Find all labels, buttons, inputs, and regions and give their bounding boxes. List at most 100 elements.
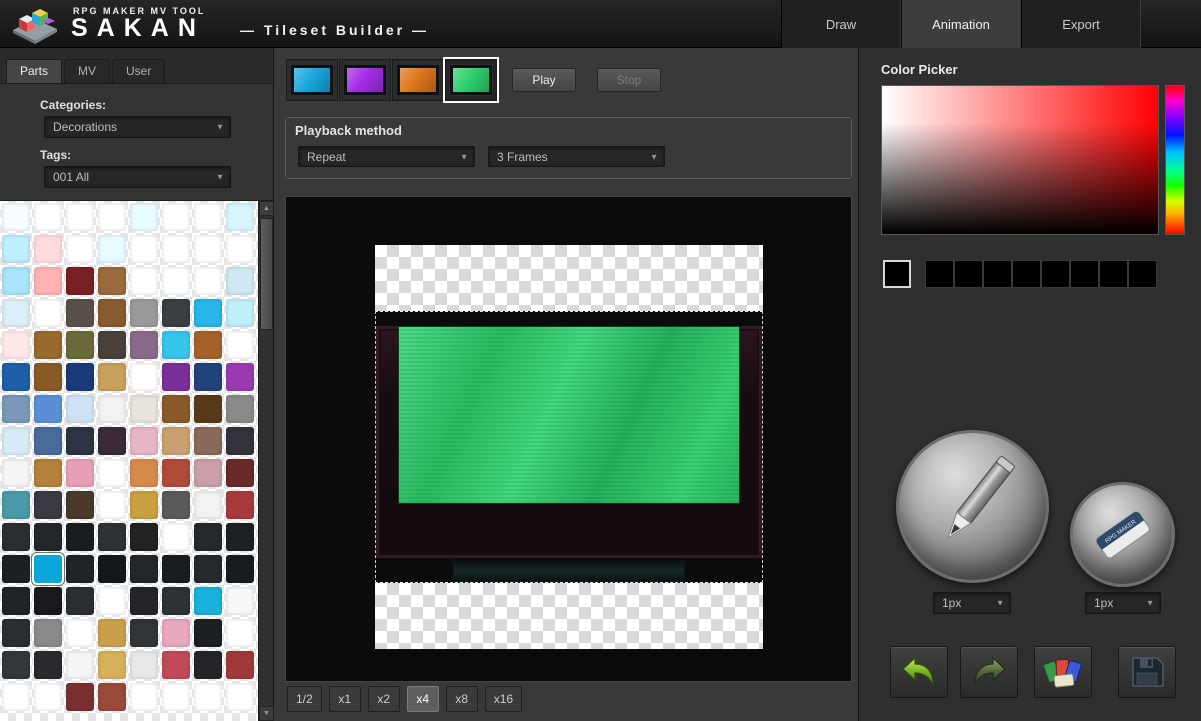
part-tile[interactable] (194, 267, 222, 295)
color-swatch[interactable] (1099, 260, 1128, 288)
part-tile[interactable] (226, 683, 254, 711)
part-tile[interactable] (2, 235, 30, 263)
part-tile[interactable] (66, 459, 94, 487)
zoom-level-button[interactable]: x2 (368, 686, 400, 712)
part-tile[interactable] (226, 395, 254, 423)
part-tile[interactable] (162, 459, 190, 487)
part-tile[interactable] (226, 491, 254, 519)
tags-dropdown[interactable]: 001 All ▼ (44, 166, 231, 188)
part-tile[interactable] (66, 299, 94, 327)
part-tile[interactable] (226, 203, 254, 231)
part-tile[interactable] (98, 651, 126, 679)
part-tile[interactable] (66, 395, 94, 423)
part-tile[interactable] (98, 491, 126, 519)
part-tile[interactable] (226, 651, 254, 679)
part-tile[interactable] (130, 427, 158, 455)
part-tile[interactable] (130, 459, 158, 487)
part-tile[interactable] (98, 619, 126, 647)
part-tile[interactable] (34, 267, 62, 295)
part-tile[interactable] (194, 459, 222, 487)
part-tile[interactable] (2, 459, 30, 487)
part-tile[interactable] (226, 331, 254, 359)
stop-button[interactable]: Stop (597, 68, 661, 92)
part-tile[interactable] (130, 299, 158, 327)
animation-frame-thumb[interactable] (445, 59, 497, 101)
palette-button[interactable] (1034, 646, 1092, 698)
part-tile[interactable] (2, 651, 30, 679)
mode-tab[interactable]: Animation (901, 0, 1021, 48)
part-tile[interactable] (66, 555, 94, 583)
part-tile[interactable] (194, 427, 222, 455)
part-tile[interactable] (130, 267, 158, 295)
part-tile[interactable] (162, 523, 190, 551)
part-tile[interactable] (66, 267, 94, 295)
part-tile[interactable] (194, 235, 222, 263)
color-swatch[interactable] (1012, 260, 1041, 288)
part-tile[interactable] (162, 491, 190, 519)
part-tile[interactable] (66, 523, 94, 551)
part-tile[interactable] (2, 363, 30, 391)
part-tile[interactable] (130, 395, 158, 423)
part-tile[interactable] (162, 555, 190, 583)
part-tile[interactable] (162, 651, 190, 679)
part-tile[interactable] (2, 587, 30, 615)
animation-frame-thumb[interactable] (392, 59, 444, 101)
scrollbar-thumb[interactable] (260, 218, 273, 330)
part-tile[interactable] (34, 395, 62, 423)
zoom-level-button[interactable]: x4 (407, 686, 439, 712)
part-tile[interactable] (226, 459, 254, 487)
preview-canvas[interactable] (285, 196, 852, 682)
part-tile[interactable] (2, 203, 30, 231)
part-tile[interactable] (98, 555, 126, 583)
animation-frame-thumb[interactable] (339, 59, 391, 101)
part-tile[interactable] (162, 203, 190, 231)
part-tile[interactable] (98, 363, 126, 391)
part-tile[interactable] (194, 395, 222, 423)
color-swatch[interactable] (983, 260, 1012, 288)
part-tile[interactable] (194, 619, 222, 647)
part-tile[interactable] (130, 651, 158, 679)
part-tile[interactable] (66, 235, 94, 263)
part-tile[interactable] (226, 235, 254, 263)
part-tile[interactable] (2, 267, 30, 295)
part-tile[interactable] (34, 587, 62, 615)
part-tile[interactable] (226, 299, 254, 327)
part-tile[interactable] (130, 523, 158, 551)
undo-button[interactable] (890, 646, 948, 698)
part-tile[interactable] (34, 555, 62, 583)
part-tile[interactable] (66, 683, 94, 711)
mode-tab[interactable]: Draw (781, 0, 901, 48)
part-tile[interactable] (130, 555, 158, 583)
part-tile[interactable] (226, 267, 254, 295)
part-tile[interactable] (98, 395, 126, 423)
part-tile[interactable] (130, 235, 158, 263)
hue-slider[interactable] (1165, 85, 1185, 235)
part-tile[interactable] (162, 267, 190, 295)
part-tile[interactable] (34, 203, 62, 231)
part-tile[interactable] (34, 235, 62, 263)
part-tile[interactable] (130, 491, 158, 519)
part-tile[interactable] (66, 203, 94, 231)
part-tile[interactable] (226, 523, 254, 551)
categories-dropdown[interactable]: Decorations ▼ (44, 116, 231, 138)
part-tile[interactable] (34, 299, 62, 327)
part-tile[interactable] (2, 331, 30, 359)
part-tile[interactable] (34, 363, 62, 391)
part-tile[interactable] (2, 395, 30, 423)
part-tile[interactable] (226, 587, 254, 615)
part-tile[interactable] (98, 299, 126, 327)
part-tile[interactable] (2, 299, 30, 327)
color-swatch[interactable] (1070, 260, 1099, 288)
part-tile[interactable] (66, 491, 94, 519)
current-color-swatch[interactable] (883, 260, 911, 288)
part-tile[interactable] (98, 331, 126, 359)
part-tile[interactable] (34, 459, 62, 487)
part-tile[interactable] (194, 587, 222, 615)
parts-source-tab[interactable]: MV (64, 59, 110, 83)
part-tile[interactable] (162, 683, 190, 711)
part-tile[interactable] (226, 555, 254, 583)
part-tile[interactable] (130, 587, 158, 615)
zoom-level-button[interactable]: x1 (329, 686, 361, 712)
pencil-tool-button[interactable] (896, 430, 1049, 583)
part-tile[interactable] (66, 331, 94, 359)
